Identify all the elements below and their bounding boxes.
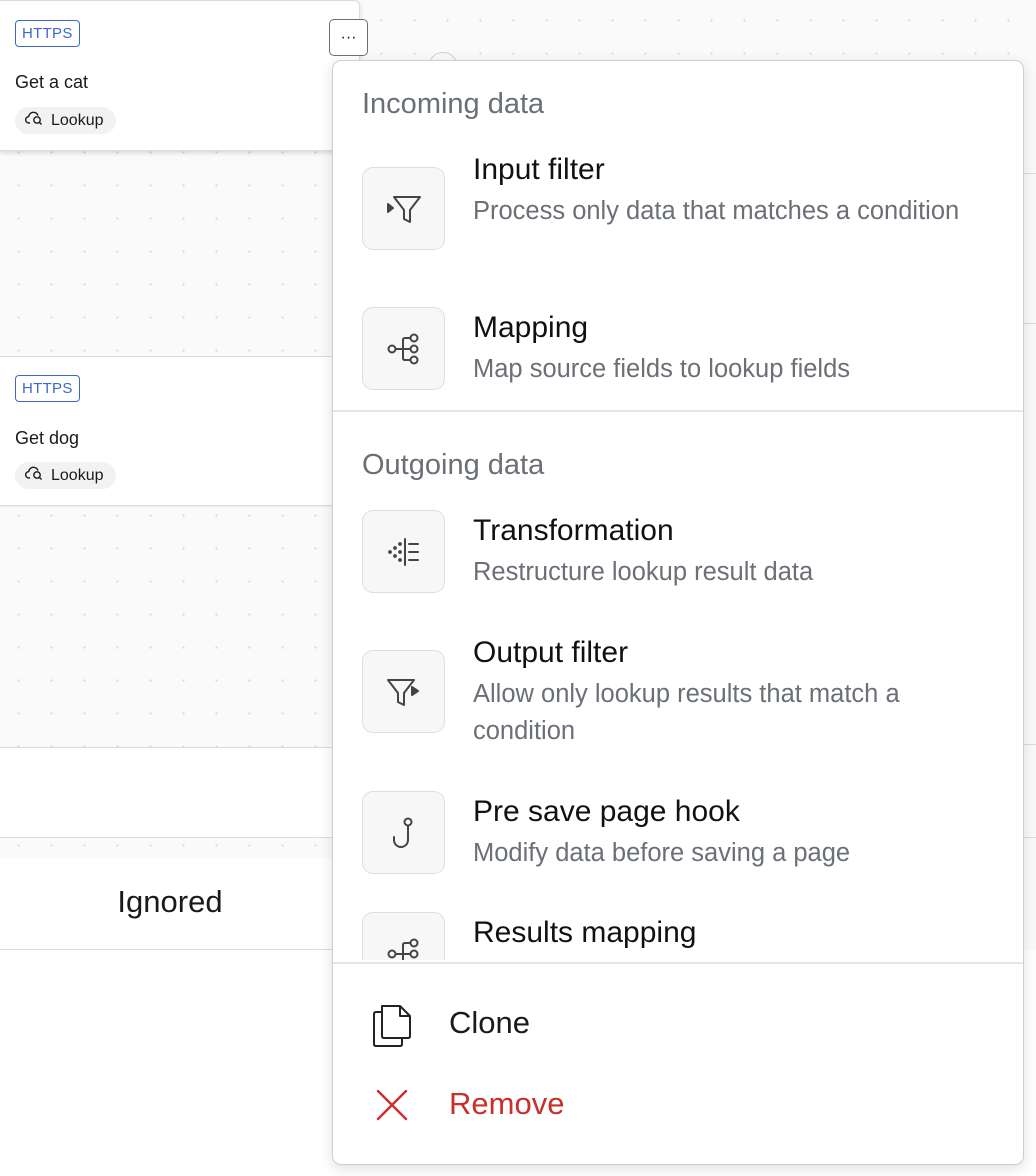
section-divider bbox=[333, 410, 1023, 412]
item-description: Allow only lookup results that match a c… bbox=[473, 680, 900, 745]
cloud-search-icon bbox=[24, 465, 45, 486]
menu-scroll-area[interactable]: Incoming data Input filter Process only … bbox=[333, 61, 1023, 960]
menu-footer-divider bbox=[333, 962, 1023, 964]
step-card-get-a-cat[interactable]: HTTPS Get a cat Lookup ··· bbox=[0, 0, 368, 151]
item-description: Process only data that matches a conditi… bbox=[473, 197, 960, 225]
close-icon bbox=[369, 1080, 415, 1130]
item-description: Map source fields to lookup fields bbox=[473, 355, 851, 383]
lookup-chip: Lookup bbox=[15, 462, 116, 489]
item-title: Results mapping bbox=[473, 916, 697, 949]
lookup-chip-label: Lookup bbox=[51, 466, 104, 484]
menu-item-mapping[interactable]: Mapping Map source fields to lookup fiel… bbox=[333, 307, 1023, 411]
item-title: Output filter bbox=[473, 636, 629, 669]
edge-divider bbox=[1024, 837, 1036, 838]
item-title: Input filter bbox=[473, 153, 605, 186]
more-options-button[interactable]: ··· bbox=[329, 19, 368, 56]
transformation-icon bbox=[362, 510, 445, 593]
item-title: Pre save page hook bbox=[473, 795, 740, 828]
flow-canvas: Ignored HTTPS Get a cat Lookup ··· HTTPS… bbox=[0, 0, 1036, 1176]
menu-item-pre-save-page-hook[interactable]: Pre save page hook Modify data before sa… bbox=[333, 791, 1023, 895]
cloud-search-icon bbox=[24, 110, 45, 131]
clone-label: Clone bbox=[449, 1005, 530, 1040]
step-card-get-dog[interactable]: HTTPS Get dog Lookup bbox=[0, 356, 360, 506]
row-band bbox=[0, 748, 340, 837]
menu-item-output-filter[interactable]: Output filter Allow only lookup results … bbox=[333, 636, 1023, 776]
https-badge: HTTPS bbox=[15, 20, 80, 47]
section-heading-incoming: Incoming data bbox=[362, 88, 545, 120]
menu-item-transformation[interactable]: Transformation Restructure lookup result… bbox=[333, 510, 1023, 614]
remove-button[interactable]: Remove bbox=[333, 1080, 1023, 1150]
edge-divider bbox=[1024, 744, 1036, 745]
row-divider bbox=[0, 837, 340, 838]
https-badge: HTTPS bbox=[15, 375, 80, 402]
lookup-chip-label: Lookup bbox=[51, 111, 104, 129]
menu-item-input-filter[interactable]: Input filter Process only data that matc… bbox=[333, 153, 1023, 293]
input-filter-icon bbox=[362, 167, 445, 250]
remove-label: Remove bbox=[449, 1086, 565, 1121]
lookup-chip: Lookup bbox=[15, 107, 116, 134]
section-heading-outgoing: Outgoing data bbox=[362, 449, 545, 481]
step-title: Get dog bbox=[15, 428, 80, 448]
mapping-icon bbox=[362, 307, 445, 390]
clone-button[interactable]: Clone bbox=[333, 999, 1023, 1069]
output-filter-icon bbox=[362, 650, 445, 733]
results-mapping-icon bbox=[362, 912, 445, 960]
step-title: Get a cat bbox=[15, 72, 89, 92]
menu-item-results-mapping[interactable]: Results mapping bbox=[333, 912, 1023, 960]
edge-divider bbox=[1024, 323, 1036, 324]
copy-icon bbox=[369, 999, 415, 1049]
item-title: Transformation bbox=[473, 514, 674, 547]
edge-divider bbox=[1024, 173, 1036, 174]
hook-icon bbox=[362, 791, 445, 874]
step-options-menu: Incoming data Input filter Process only … bbox=[332, 60, 1024, 1165]
ignored-label: Ignored bbox=[117, 884, 223, 919]
item-description: Restructure lookup result data bbox=[473, 558, 814, 586]
item-description: Modify data before saving a page bbox=[473, 839, 851, 867]
item-title: Mapping bbox=[473, 311, 589, 344]
